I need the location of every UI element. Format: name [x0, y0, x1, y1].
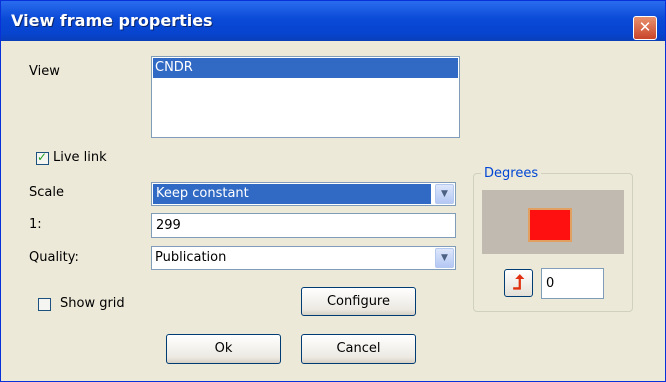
cancel-button[interactable]: Cancel	[301, 334, 416, 364]
ratio-label: 1:	[29, 217, 42, 232]
degrees-input[interactable]: 0	[541, 268, 604, 299]
live-link-label[interactable]: Live link	[53, 150, 107, 165]
view-list-item-selected[interactable]: CNDR	[153, 58, 458, 78]
scale-value: Keep constant	[153, 184, 431, 204]
dialog-title: View frame properties	[11, 11, 213, 30]
dialog-window: View frame properties ✕ View CNDR ✓ Live…	[0, 0, 666, 382]
view-label: View	[29, 64, 60, 79]
quality-dropdown[interactable]: Publication ▼	[151, 246, 456, 270]
quality-label: Quality:	[29, 250, 79, 265]
check-icon: ✓	[37, 150, 48, 164]
ratio-value: 299	[156, 218, 181, 233]
view-listbox[interactable]: CNDR	[151, 56, 460, 138]
degrees-value: 0	[546, 276, 555, 291]
ok-button[interactable]: Ok	[166, 334, 281, 364]
ratio-input[interactable]: 299	[151, 213, 456, 238]
scale-label: Scale	[29, 185, 64, 200]
show-grid-checkbox[interactable]	[38, 298, 51, 311]
live-link-checkbox[interactable]: ✓	[36, 150, 49, 165]
degrees-group-label: Degrees	[481, 166, 542, 181]
show-grid-label[interactable]: Show grid	[60, 296, 125, 311]
rotate-arrow-icon[interactable]: ⮥	[504, 269, 533, 297]
frame-preview-shape	[528, 208, 572, 242]
chevron-down-icon[interactable]: ▼	[435, 248, 454, 268]
close-button[interactable]: ✕	[633, 16, 657, 40]
title-bar[interactable]: View frame properties ✕	[1, 1, 665, 41]
configure-button[interactable]: Configure	[301, 287, 416, 316]
quality-value: Publication	[155, 250, 227, 265]
chevron-down-icon[interactable]: ▼	[435, 184, 454, 204]
scale-dropdown[interactable]: Keep constant ▼	[151, 182, 456, 206]
